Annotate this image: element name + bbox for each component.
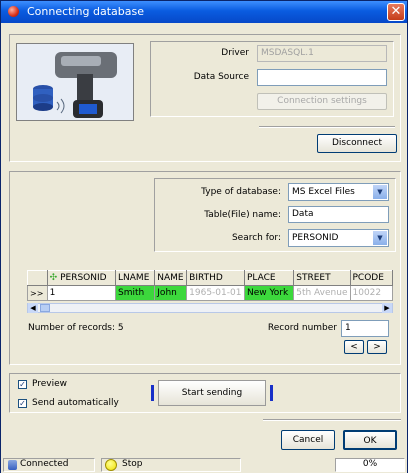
scroll-left-icon[interactable]: ◀ [28,303,38,313]
scroll-thumb[interactable] [40,304,50,312]
progress-cell: 0% [335,458,405,472]
database-icon [8,460,17,470]
database-type-label: Type of database: [201,187,281,197]
cell-place[interactable]: New York [243,285,295,301]
table-name-label: Table(File) name: [204,210,281,220]
cell-street[interactable]: 5th Avenue [293,285,351,301]
send-automatically-label: Send automatically [32,398,119,408]
grid-header-personid[interactable]: ✣ PERSONID [46,270,117,286]
send-automatically-checkbox[interactable]: ✓ [18,399,27,408]
record-number-field[interactable]: 1 [341,320,389,337]
window-title: Connecting database [27,5,144,18]
chevron-down-icon[interactable]: ▼ [373,185,387,199]
title-bar[interactable]: Connecting database ✕ [1,1,407,23]
datasource-field[interactable] [257,69,387,86]
table-name-field[interactable]: Data [288,206,389,223]
record-number-label: Record number [267,323,337,333]
table-row[interactable]: >> 1 Smith John 1965-01-01 New York 5th … [27,285,393,301]
cell-personid[interactable]: 1 [46,285,117,301]
driver-label: Driver [221,48,249,58]
search-for-label: Search for: [231,233,281,243]
row-marker: >> [27,285,48,301]
start-marker-right [270,385,273,401]
close-icon: ✕ [390,4,402,19]
prev-record-button[interactable]: < [344,340,364,354]
datasource-label: Data Source [193,72,249,82]
database-type-value: MS Excel Files [292,187,355,197]
close-button[interactable]: ✕ [387,3,405,21]
progress-text: 0% [362,459,378,469]
device-image [16,43,134,121]
chevron-down-icon[interactable]: ▼ [373,231,387,245]
status-state-cell: Stop [101,458,241,472]
ok-button[interactable]: OK [343,430,397,450]
cell-birthd[interactable]: 1965-01-01 [186,285,245,301]
search-for-select[interactable]: PERSONID ▼ [288,229,389,247]
driver-field: MSDASQL.1 [257,45,387,62]
start-sending-button[interactable]: Start sending [158,380,266,406]
preview-checkbox[interactable]: ✓ [18,380,27,389]
cell-name[interactable]: John [154,285,188,301]
cell-lname[interactable]: Smith [115,285,156,301]
cell-pcode[interactable]: 10022 [349,285,393,301]
database-type-select[interactable]: MS Excel Files ▼ [288,183,389,201]
app-icon [8,6,19,17]
status-bar: Connected Stop 0% [1,457,407,473]
grid-header-pcode[interactable]: PCODE [349,270,393,286]
disconnect-button[interactable]: Disconnect [317,134,397,153]
stop-indicator-icon [105,459,117,471]
grid-header-row: ✣ PERSONID LNAME NAME BIRTHD PLACE STREE… [27,270,393,286]
preview-label: Preview [32,379,68,389]
status-state-text: Stop [122,459,143,469]
start-marker-left [151,385,154,401]
grid-horizontal-scrollbar[interactable]: ◀ ▶ [27,303,393,313]
connection-separator [259,126,395,128]
next-record-button[interactable]: > [367,340,387,354]
grid-header-lname[interactable]: LNAME [115,270,156,286]
key-icon: ✣ [49,273,58,283]
grid-header-name[interactable]: NAME [154,270,188,286]
status-connection-text: Connected [20,459,69,469]
scroll-right-icon[interactable]: ▶ [382,303,392,313]
printer-device-icon [17,44,133,120]
dialog-window: Connecting database ✕ Driver MSDASQL.1 D… [0,0,408,473]
connection-settings-button[interactable]: Connection settings [257,93,387,110]
record-count-text: Number of records: 5 [28,323,124,333]
footer-separator [263,419,401,421]
cancel-button[interactable]: Cancel [281,430,335,450]
grid-header-street[interactable]: STREET [293,270,351,286]
grid-header-birthd[interactable]: BIRTHD [186,270,245,286]
status-connection-cell: Connected [3,458,95,472]
search-for-value: PERSONID [292,233,339,243]
grid-header-place[interactable]: PLACE [243,270,295,286]
records-grid[interactable]: ✣ PERSONID LNAME NAME BIRTHD PLACE STREE… [27,270,393,301]
grid-corner [27,270,48,286]
